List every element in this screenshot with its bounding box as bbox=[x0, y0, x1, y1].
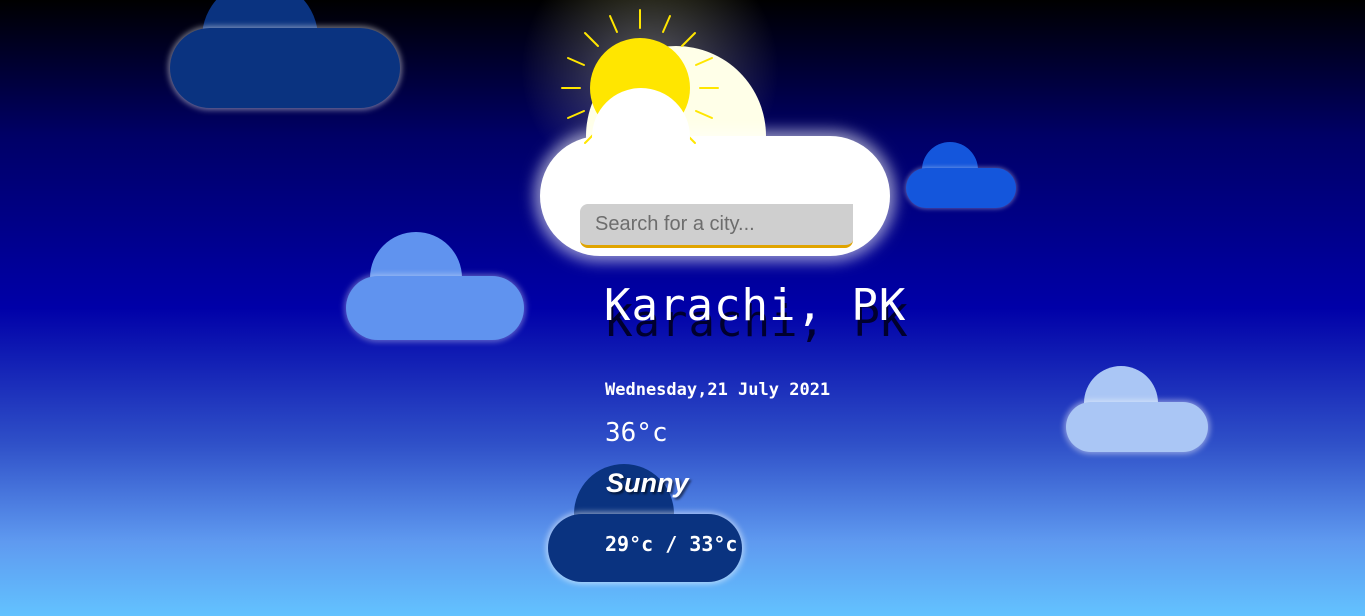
background-cloud bbox=[346, 232, 526, 342]
background-cloud bbox=[170, 0, 402, 110]
current-temperature: 36°c bbox=[605, 418, 668, 448]
date-label: Wednesday,21 July 2021 bbox=[605, 380, 831, 400]
search-bar bbox=[580, 204, 853, 248]
city-name: Karachi, PK bbox=[604, 280, 907, 331]
hi-low-temperature: 29°c / 33°c bbox=[605, 532, 738, 556]
cloud-front-puff bbox=[592, 88, 690, 186]
weather-condition: Sunny bbox=[606, 468, 689, 498]
background-cloud bbox=[1066, 366, 1210, 456]
background-cloud bbox=[906, 142, 1018, 210]
search-input[interactable] bbox=[580, 204, 853, 245]
